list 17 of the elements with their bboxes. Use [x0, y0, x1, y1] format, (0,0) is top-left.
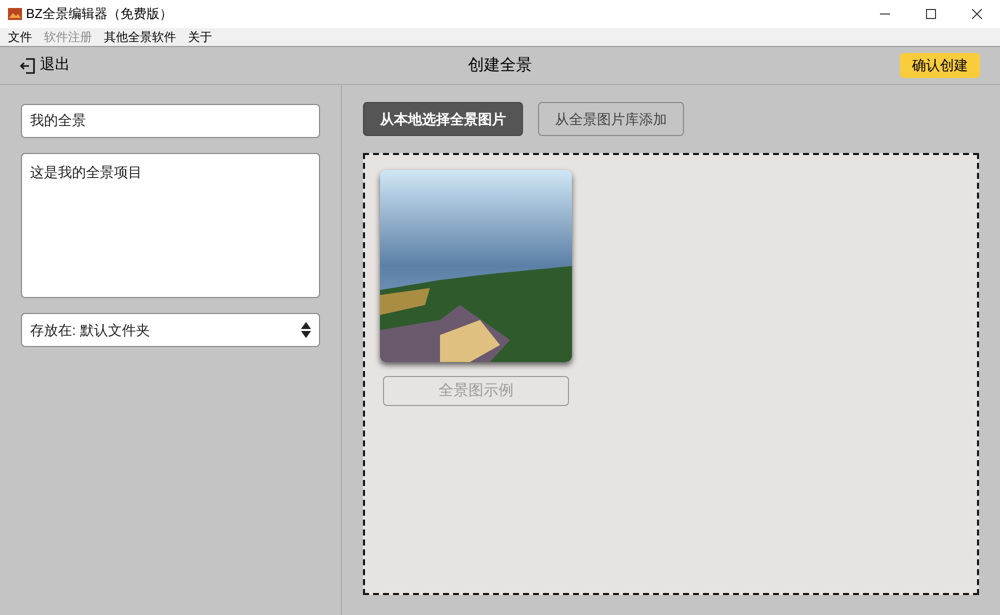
source-tab[interactable]: 从全景图片库添加: [538, 102, 684, 136]
menu-item[interactable]: 关于: [188, 28, 212, 46]
app-icon: [8, 8, 22, 20]
location-select[interactable]: 存放在: 默认文件夹: [21, 313, 320, 347]
menu-item[interactable]: 文件: [8, 28, 32, 46]
name-field[interactable]: 我的全景: [21, 104, 320, 138]
page-title: 创建全景: [468, 56, 532, 76]
description-field[interactable]: 这是我的全景项目: [21, 153, 320, 298]
close-icon: [972, 9, 982, 19]
updown-icon: [301, 322, 311, 338]
maximize-icon: [926, 9, 936, 19]
menu-item[interactable]: 其他全景软件: [104, 28, 176, 46]
confirm-button[interactable]: 确认创建: [900, 53, 980, 78]
window-title: BZ全景编辑器（免费版）: [26, 5, 173, 24]
source-tab[interactable]: 从本地选择全景图片: [363, 102, 523, 136]
exit-icon: [20, 56, 36, 74]
exit-button[interactable]: 退出: [20, 54, 140, 77]
